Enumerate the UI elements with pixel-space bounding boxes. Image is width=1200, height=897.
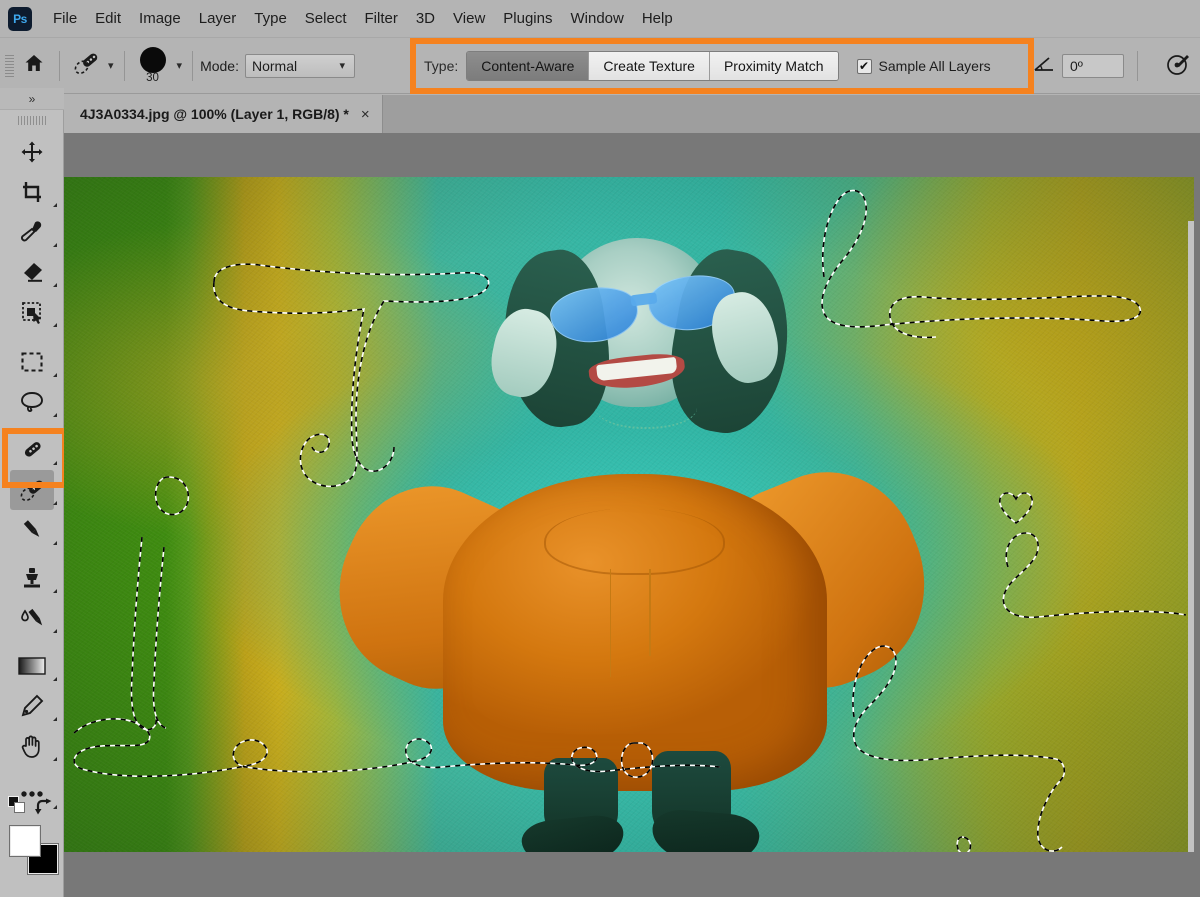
gradient-tool[interactable] <box>0 646 64 686</box>
flyout-indicator <box>53 541 57 545</box>
collapse-panel-button[interactable]: » <box>0 88 64 110</box>
type-label: Type: <box>424 58 459 74</box>
brush-size-label: 30 <box>146 72 159 84</box>
eyedropper-tool[interactable] <box>0 212 64 252</box>
flyout-indicator <box>53 677 57 681</box>
blend-mode-select[interactable]: Normal ▾ <box>244 53 355 78</box>
eraser-tool[interactable] <box>0 252 64 292</box>
menu-item-layer[interactable]: Layer <box>190 6 246 31</box>
home-button[interactable] <box>16 46 52 86</box>
angle-value: 0º <box>1070 58 1083 74</box>
options-bar-grip[interactable] <box>4 49 16 83</box>
close-icon[interactable]: × <box>361 107 370 122</box>
flyout-indicator <box>53 717 57 721</box>
photoshop-window: Ps File Edit Image Layer Type Select Filter 3D V… <box>0 0 1200 897</box>
flyout-indicator <box>53 461 57 465</box>
angle-input[interactable]: 0º <box>1062 54 1124 78</box>
lasso-tool[interactable] <box>0 382 64 422</box>
flyout-indicator <box>53 757 57 761</box>
active-tool-chip <box>10 470 54 510</box>
angle-icon <box>1034 55 1056 78</box>
clone-stamp-tool[interactable] <box>0 558 64 598</box>
document-tab-title: 4J3A0334.jpg @ 100% (Layer 1, RGB/8) * <box>80 106 349 122</box>
flyout-indicator <box>53 203 57 207</box>
blend-mode-value: Normal <box>251 57 298 74</box>
menu-item-help[interactable]: Help <box>633 6 682 31</box>
swap-colors-icon[interactable] <box>34 798 54 821</box>
flyout-indicator <box>53 629 57 633</box>
menu-item-file[interactable]: File <box>44 6 86 31</box>
crop-tool[interactable] <box>0 172 64 212</box>
check-icon: ✔ <box>859 59 870 73</box>
pen-tool[interactable] <box>0 686 64 726</box>
chevron-down-icon[interactable]: ▾ <box>174 59 186 72</box>
sample-all-layers-label: Sample All Layers <box>878 58 991 74</box>
menu-item-edit[interactable]: Edit <box>86 6 130 31</box>
chevron-down-icon[interactable]: ▾ <box>105 59 117 72</box>
hand-tool[interactable] <box>0 726 64 766</box>
flyout-indicator <box>53 589 57 593</box>
angle-option-group: 0º <box>1034 50 1191 82</box>
tablet-pressure-icon[interactable] <box>1165 52 1191 81</box>
divider <box>192 50 194 81</box>
brush-tool[interactable] <box>0 510 64 550</box>
mode-label: Mode: <box>200 57 239 74</box>
menu-item-image[interactable]: Image <box>130 6 190 31</box>
object-selection-tool[interactable] <box>0 292 64 332</box>
divider <box>1137 51 1138 81</box>
flyout-indicator <box>53 373 57 377</box>
marching-ants-selection <box>73 189 1187 852</box>
menu-bar: Ps File Edit Image Layer Type Select Filter 3D V… <box>0 0 1200 38</box>
tools-panel: » <box>0 88 64 897</box>
menu-item-type[interactable]: Type <box>245 6 296 31</box>
flyout-indicator <box>53 243 57 247</box>
checkbox-box: ✔ <box>856 58 872 74</box>
type-option-create-texture[interactable]: Create Texture <box>589 52 710 80</box>
document-tab-strip: 4J3A0334.jpg @ 100% (Layer 1, RGB/8) * × <box>64 95 1200 133</box>
flyout-indicator <box>53 283 57 287</box>
type-segmented-control[interactable]: Content-Aware Create Texture Proximity Mat… <box>466 51 839 81</box>
divider <box>59 50 60 81</box>
flyout-indicator <box>53 501 57 505</box>
menu-item-view[interactable]: View <box>444 6 494 31</box>
tools-panel-grip[interactable] <box>0 110 63 126</box>
menu-item-filter[interactable]: Filter <box>356 6 407 31</box>
menu-item-select[interactable]: Select <box>296 6 356 31</box>
flyout-indicator <box>53 323 57 327</box>
type-option-proximity-match[interactable]: Proximity Match <box>709 52 838 80</box>
brush-preset-picker[interactable]: 30 <box>132 47 174 84</box>
menu-item-3d[interactable]: 3D <box>407 6 444 31</box>
blur-smudge-tool[interactable] <box>0 598 64 638</box>
spot-healing-brush-tool[interactable] <box>0 470 64 510</box>
default-colors-icon[interactable] <box>8 796 26 814</box>
spot-healing-brush-icon <box>71 50 101 81</box>
home-icon <box>24 53 44 78</box>
chevron-down-icon: ▾ <box>339 60 345 72</box>
flyout-indicator <box>53 413 57 417</box>
tool-preset-picker[interactable]: ▾ <box>67 50 117 81</box>
type-option-group: Type: Content-Aware Create Texture Proximi… <box>424 50 991 82</box>
type-option-content-aware[interactable]: Content-Aware <box>467 52 590 80</box>
rectangular-marquee-tool[interactable] <box>0 342 64 382</box>
brush-tip-preview <box>139 47 166 73</box>
vertical-scrollbar[interactable] <box>1188 221 1194 852</box>
menu-item-plugins[interactable]: Plugins <box>494 6 561 31</box>
photoshop-logo: Ps <box>8 6 32 31</box>
foreground-color-swatch[interactable] <box>9 825 41 857</box>
move-tool[interactable] <box>0 132 64 172</box>
canvas-workspace[interactable] <box>64 133 1200 897</box>
divider <box>123 50 125 81</box>
document-tab[interactable]: 4J3A0334.jpg @ 100% (Layer 1, RGB/8) * × <box>64 95 383 133</box>
menu-item-window[interactable]: Window <box>561 6 632 31</box>
document-window[interactable] <box>64 177 1194 852</box>
color-swatches[interactable] <box>0 796 64 888</box>
healing-brush-tool[interactable] <box>0 430 64 470</box>
sample-all-layers-checkbox[interactable]: ✔ Sample All Layers <box>856 58 991 74</box>
